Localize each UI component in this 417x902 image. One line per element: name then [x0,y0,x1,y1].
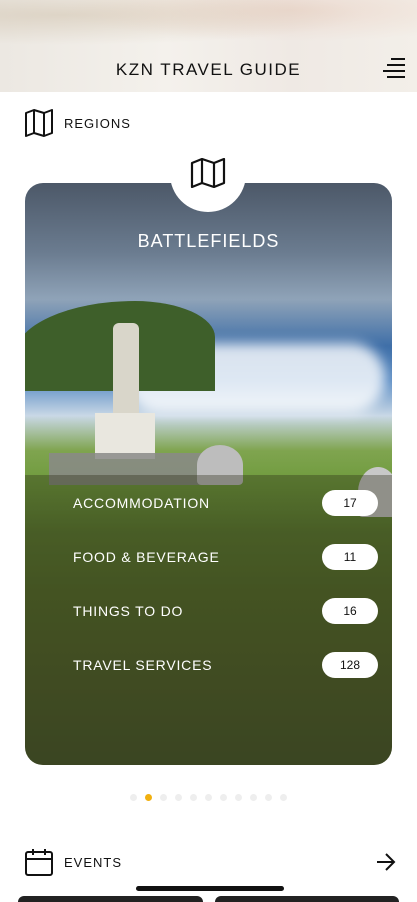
pagination-dots[interactable] [0,794,417,801]
app-title: KZN TRAVEL GUIDE [115,60,302,79]
regions-label: REGIONS [64,115,131,131]
next-cards-peek [18,896,399,902]
category-row-food-beverage[interactable]: FOOD & BEVERAGE 11 [73,542,378,572]
calendar-icon [25,849,53,876]
pagination-dot[interactable] [130,794,137,801]
pagination-dot[interactable] [145,794,152,801]
hamburger-menu-icon[interactable] [383,58,405,78]
category-row-travel-services[interactable]: TRAVEL SERVICES 128 [73,650,378,680]
pagination-dot[interactable] [190,794,197,801]
count-badge: 17 [322,490,378,516]
pagination-dot[interactable] [175,794,182,801]
category-label: TRAVEL SERVICES [73,657,213,673]
pagination-dot[interactable] [235,794,242,801]
count-badge: 11 [322,544,378,570]
regions-section[interactable]: REGIONS [24,108,131,138]
pagination-dot[interactable] [280,794,287,801]
pagination-dot[interactable] [160,794,167,801]
top-bar-background [0,0,417,50]
pagination-dot[interactable] [250,794,257,801]
events-section[interactable]: EVENTS [24,846,397,878]
card-title: BATTLEFIELDS [137,231,280,251]
region-card[interactable]: BATTLEFIELDS ACCOMMODATION 17 FOOD & BEV… [25,183,392,765]
category-label: FOOD & BEVERAGE [73,549,220,565]
pagination-dot[interactable] [265,794,272,801]
map-icon [25,109,53,137]
arrow-right-icon[interactable] [375,852,397,872]
category-row-accommodation[interactable]: ACCOMMODATION 17 [73,488,378,518]
home-indicator [136,886,284,891]
pagination-dot[interactable] [220,794,227,801]
map-icon [190,158,226,188]
category-label: THINGS TO DO [73,603,184,619]
count-badge: 16 [322,598,378,624]
category-label: ACCOMMODATION [73,495,210,511]
events-label: EVENTS [64,854,123,870]
count-badge: 128 [322,652,378,678]
pagination-dot[interactable] [205,794,212,801]
category-row-things-to-do[interactable]: THINGS TO DO 16 [73,596,378,626]
